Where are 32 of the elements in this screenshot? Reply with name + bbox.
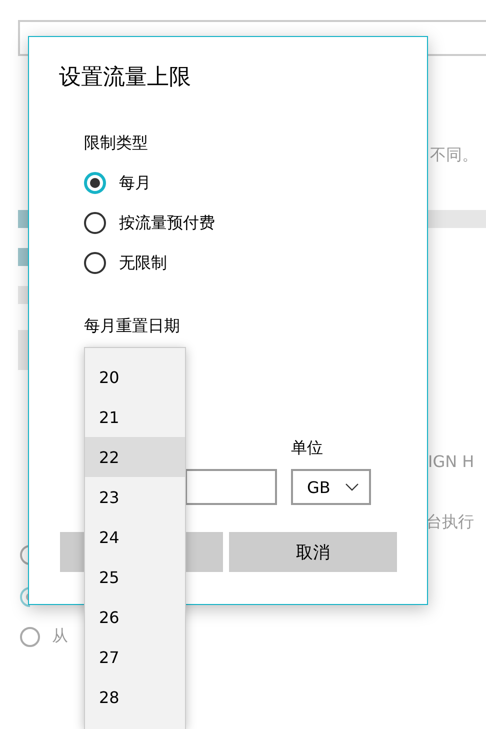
usage-bar bbox=[18, 210, 28, 228]
dropdown-item[interactable]: 24 bbox=[85, 517, 185, 557]
background-text: 台执行 bbox=[426, 512, 474, 533]
usage-track bbox=[428, 210, 486, 228]
unit-label: 单位 bbox=[291, 437, 324, 459]
chevron-down-icon bbox=[345, 483, 359, 491]
background-text: 不同。 bbox=[430, 145, 478, 166]
radio-button[interactable] bbox=[84, 252, 106, 274]
reset-date-label: 每月重置日期 bbox=[84, 315, 181, 337]
radio-option[interactable]: 按流量预付费 bbox=[84, 212, 215, 234]
dialog-title: 设置流量上限 bbox=[59, 64, 192, 92]
limit-type-label: 限制类型 bbox=[84, 132, 149, 154]
usage-bar bbox=[18, 286, 28, 304]
radio-button[interactable] bbox=[84, 212, 106, 234]
dropdown-item[interactable]: 25 bbox=[85, 557, 185, 597]
dropdown-item[interactable]: 27 bbox=[85, 637, 185, 677]
dropdown-item[interactable]: 26 bbox=[85, 597, 185, 637]
radio-option[interactable]: 每月 bbox=[84, 172, 151, 194]
dropdown-item[interactable]: 21 bbox=[85, 397, 185, 437]
dropdown-item[interactable]: 28 bbox=[85, 677, 185, 717]
radio-button[interactable] bbox=[20, 626, 40, 646]
dropdown-item[interactable]: 22 bbox=[85, 437, 185, 477]
limit-input-field[interactable] bbox=[185, 469, 277, 505]
cancel-button[interactable]: 取消 bbox=[228, 532, 397, 572]
dropdown-item[interactable]: 23 bbox=[85, 477, 185, 517]
radio-button[interactable] bbox=[84, 172, 106, 194]
usage-bar bbox=[18, 248, 28, 266]
dropdown-item[interactable]: 20 bbox=[85, 357, 185, 397]
unit-dropdown[interactable]: GB bbox=[291, 469, 371, 505]
radio-option[interactable]: 无限制 bbox=[84, 252, 167, 274]
radio-label: 从 bbox=[52, 626, 68, 647]
background-text: IGN H bbox=[428, 452, 474, 471]
